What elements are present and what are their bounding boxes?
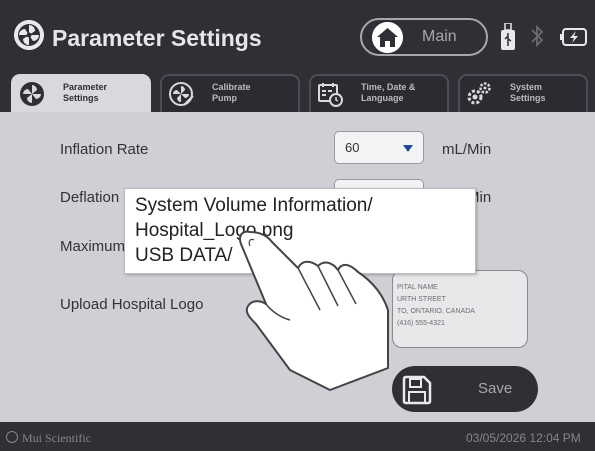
tab-label: System Settings [510, 82, 546, 104]
file-item-system-volume[interactable]: System Volume Information/ [135, 195, 373, 217]
brand-name: Mui Scientific [22, 431, 91, 445]
tab-label-line2: Pump [212, 93, 238, 103]
tab-label-line1: Calibrate [212, 82, 251, 92]
home-icon [372, 22, 403, 53]
pointing-hand-icon [239, 230, 389, 391]
power-icon [6, 431, 18, 443]
datetime-display: 03/05/2026 12:04 PM [466, 431, 581, 445]
tab-label-line2: Language [361, 93, 404, 103]
tab-label-line1: System [510, 82, 543, 92]
save-button[interactable]: Save [392, 366, 538, 412]
gears-icon [467, 82, 491, 105]
tab-label: Parameter Settings [63, 82, 107, 104]
fan-icon [20, 82, 44, 106]
upload-logo-label: Upload Hospital Logo [60, 296, 204, 313]
tab-label-line1: Time, Date & [361, 82, 416, 92]
inflation-rate-select[interactable]: 60 [334, 131, 424, 164]
tab-calibrate-pump[interactable]: Calibrate Pump [160, 74, 300, 112]
main-button[interactable]: Main [360, 18, 488, 56]
battery-charging-icon [560, 28, 587, 46]
maximum-label: Maximum [60, 238, 126, 255]
floppy-disk-icon [402, 375, 432, 405]
header-bar: Parameter Settings Main [0, 0, 595, 72]
hospital-logo-preview[interactable]: PITAL NAME URTH STREET TO, ONTARIO, CANA… [392, 270, 528, 348]
inflation-rate-value: 60 [345, 140, 360, 155]
tab-label-line2: Settings [510, 93, 546, 103]
calibrate-fan-icon [169, 82, 194, 106]
dropdown-arrow-icon [403, 145, 413, 152]
fan-icon [14, 20, 44, 50]
tab-time-date-language[interactable]: Time, Date & Language [309, 74, 449, 112]
logo-line-3: TO, ONTARIO, CANADA [397, 308, 475, 315]
bluetooth-icon [531, 24, 544, 48]
tab-label: Time, Date & Language [361, 82, 415, 104]
logo-line-1: PITAL NAME [397, 284, 438, 291]
usb-icon [501, 23, 515, 50]
save-button-label: Save [478, 380, 513, 397]
calendar-clock-icon [318, 83, 343, 107]
inflation-rate-label: Inflation Rate [60, 141, 149, 158]
tab-label: Calibrate Pump [212, 82, 251, 104]
main-button-label: Main [422, 28, 457, 45]
logo-line-2: URTH STREET [397, 296, 446, 303]
footer-bar: Mui Scientific 03/05/2026 12:04 PM [0, 422, 595, 451]
inflation-rate-unit: mL/Min [442, 141, 492, 158]
logo-line-4: (416) 555-4321 [397, 320, 445, 327]
tab-system-settings[interactable]: System Settings [458, 74, 588, 112]
tab-label-line1: Parameter [63, 82, 108, 92]
page-title: Parameter Settings [52, 25, 262, 51]
tab-label-line2: Settings [63, 93, 99, 103]
